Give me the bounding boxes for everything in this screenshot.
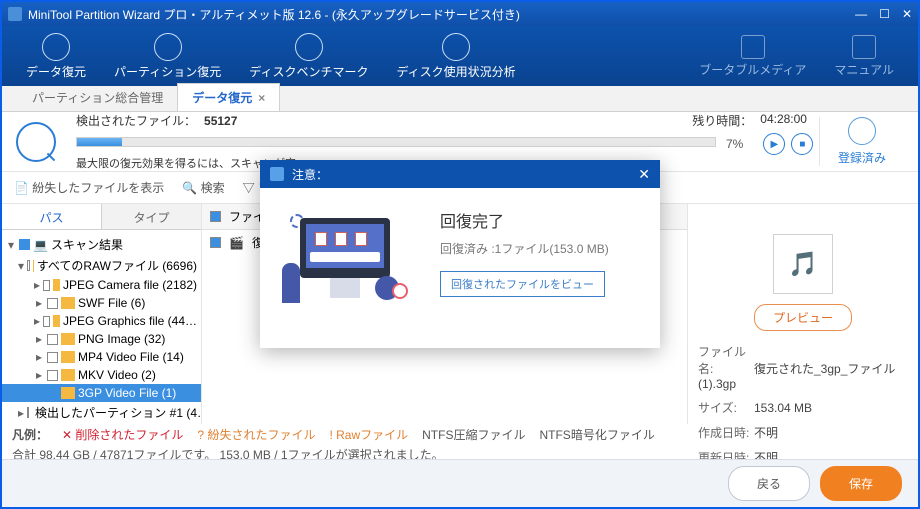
maximize-button[interactable]: ☐	[879, 7, 890, 21]
progress-bar	[76, 137, 716, 147]
preview-button[interactable]: プレビュー	[754, 304, 852, 331]
modal-illustration	[280, 208, 420, 328]
modal-dialog: 注意： ✕ 回復完了 回復済み :1ファイル(153.0 MB) 回復されたファ…	[260, 160, 660, 348]
meta-size: サイズ:153.04 MB	[698, 395, 908, 420]
select-all-checkbox[interactable]	[210, 211, 221, 222]
file-tree[interactable]: ▾💻スキャン結果 ▾すべてのRAWファイル (6696) ▸JPEG Camer…	[2, 230, 201, 424]
time-label: 残り時間：	[692, 112, 752, 129]
tree-item-selected[interactable]: 3GP Video File (1)	[2, 384, 201, 402]
modal-heading: 回復完了	[440, 208, 640, 232]
ribbon-partition-recovery[interactable]: パーティション復元	[100, 33, 235, 80]
modal-close-button[interactable]: ✕	[638, 166, 650, 183]
detected-count: 55127	[204, 114, 237, 128]
tree-item[interactable]: ▸MP4 Video File (14)	[2, 348, 201, 366]
tree-partition-1[interactable]: ▸検出したパーティション #1 (4…	[2, 402, 201, 423]
preview-panel: 🎵 プレビュー ファイル名:復元された_3gp_ファイル(1).3gp サイズ:…	[688, 204, 918, 424]
tree-item[interactable]: ▸SWF File (6)	[2, 294, 201, 312]
titlebar: MiniTool Partition Wizard プロ・アルティメット版 12…	[2, 2, 918, 26]
ribbon-disk-benchmark[interactable]: ディスクベンチマーク	[235, 33, 382, 80]
save-button[interactable]: 保存	[820, 466, 902, 501]
row-checkbox[interactable]	[210, 237, 221, 248]
minimize-button[interactable]: —	[855, 7, 867, 21]
ribbon-manual[interactable]: マニュアル	[820, 35, 908, 78]
left-tab-type[interactable]: タイプ	[102, 204, 201, 229]
show-lost-files[interactable]: 📄 紛失したファイルを表示	[14, 179, 164, 196]
stop-button[interactable]: ■	[791, 133, 813, 155]
modal-title: 注意：	[292, 166, 328, 183]
progress-percent: 7%	[726, 137, 743, 151]
left-panel: パス タイプ ▾💻スキャン結果 ▾すべてのRAWファイル (6696) ▸JPE…	[2, 204, 202, 424]
user-icon	[848, 117, 876, 145]
tree-raw-files[interactable]: ▾すべてのRAWファイル (6696)	[2, 255, 201, 276]
play-button[interactable]: ▶	[763, 133, 785, 155]
search-action[interactable]: 🔍 検索	[182, 179, 224, 196]
meta-filename: ファイル名:復元された_3gp_ファイル(1).3gp	[698, 339, 908, 395]
left-tab-path[interactable]: パス	[2, 204, 102, 229]
tree-item[interactable]: ▸JPEG Graphics file (44…	[2, 312, 201, 330]
footer: 戻る 保存	[2, 459, 918, 507]
close-button[interactable]: ✕	[902, 7, 912, 21]
view-recovered-button[interactable]: 回復されたファイルをビュー	[440, 271, 605, 297]
registered-status[interactable]: 登録済み	[819, 117, 904, 166]
window-title: MiniTool Partition Wizard プロ・アルティメット版 12…	[28, 6, 855, 23]
tab-partition-management[interactable]: パーティション総合管理	[18, 84, 177, 111]
back-button[interactable]: 戻る	[728, 466, 810, 501]
ribbon-data-recovery[interactable]: データ復元	[12, 33, 100, 80]
search-icon[interactable]	[16, 122, 56, 162]
ribbon-disk-usage[interactable]: ディスク使用状況分析	[382, 33, 529, 80]
preview-thumbnail: 🎵	[773, 234, 833, 294]
tree-item[interactable]: ▸PNG Image (32)	[2, 330, 201, 348]
modal-subtext: 回復済み :1ファイル(153.0 MB)	[440, 240, 640, 257]
ribbon-bootable-media[interactable]: ブータブルメディア	[685, 35, 820, 78]
tree-item[interactable]: ▸JPEG Camera file (2182)	[2, 276, 201, 294]
tree-item[interactable]: ▸MKV Video (2)	[2, 366, 201, 384]
time-value: 04:28:00	[760, 112, 807, 129]
tree-root[interactable]: ▾💻スキャン結果	[2, 234, 201, 255]
app-icon	[8, 7, 22, 21]
tab-bar: パーティション総合管理 データ復元×	[2, 86, 918, 112]
modal-titlebar: 注意： ✕	[260, 160, 660, 188]
tree-partition-2[interactable]: ▸検出したパーティション #2 (16)	[2, 423, 201, 424]
tab-data-recovery[interactable]: データ復元×	[177, 83, 280, 111]
close-tab-icon[interactable]: ×	[258, 91, 265, 105]
modal-icon	[270, 167, 284, 181]
ribbon: データ復元 パーティション復元 ディスクベンチマーク ディスク使用状況分析 ブー…	[2, 26, 918, 86]
meta-created: 作成日時:不明	[698, 420, 908, 445]
detected-label: 検出されたファイル：	[76, 112, 196, 129]
